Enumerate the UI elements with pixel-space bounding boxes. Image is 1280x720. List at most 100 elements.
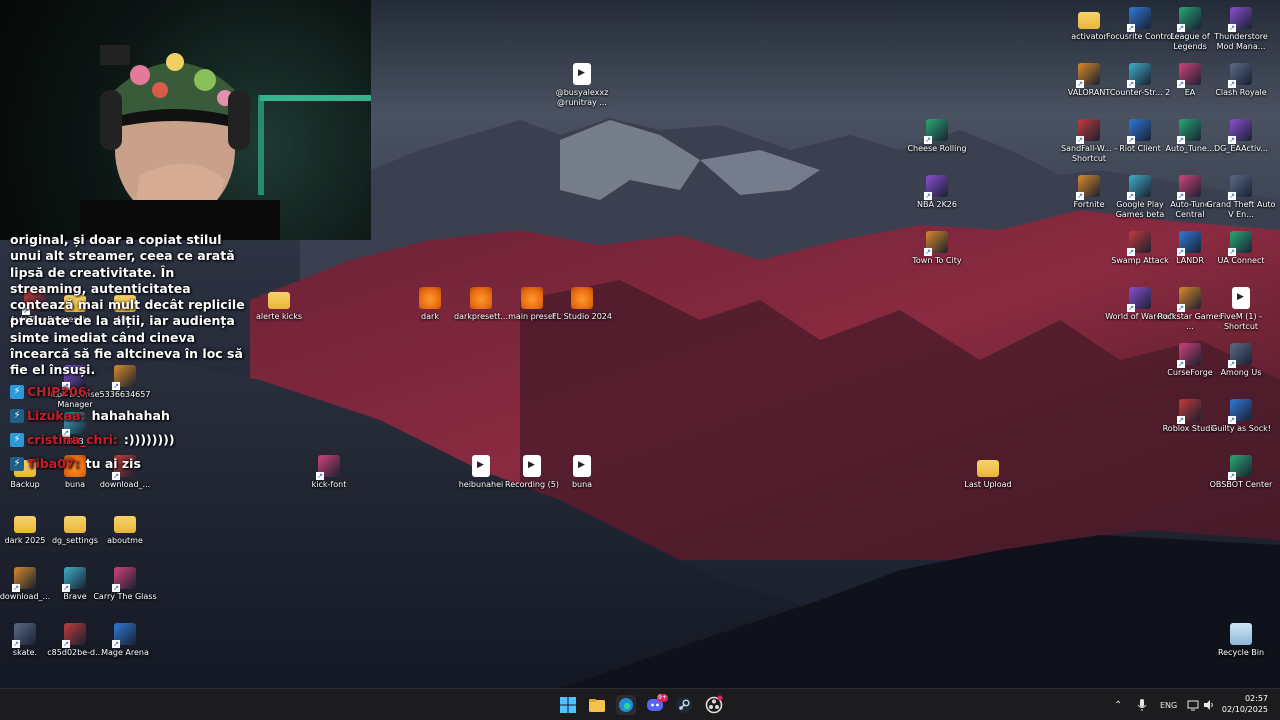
app-icon: [924, 231, 948, 256]
app-icon: [924, 119, 948, 144]
app-icon: [1228, 455, 1252, 480]
desktop-icon-fl-studio-2024[interactable]: FL Studio 2024: [547, 287, 617, 322]
file-explorer-icon[interactable]: [587, 695, 607, 715]
app-icon: [1228, 231, 1252, 256]
desktop-icon-grand-theft-auto-v-en[interactable]: Grand Theft Auto V En...: [1206, 175, 1276, 220]
chat-lines: ⚡ CHIP206: ⚡ Lizukaa: hahahahah ⚡ cristina_chr…: [10, 381, 250, 475]
app-icon: [1127, 7, 1151, 32]
desktop-icon-fivem-1-shortcut[interactable]: FiveM (1) - Shortcut: [1206, 287, 1276, 332]
fl-studio-icon: [521, 287, 543, 309]
desktop-icon-label: kick-font: [311, 480, 347, 489]
app-icon: [1228, 63, 1252, 88]
desktop-icon-label: buna: [571, 480, 593, 489]
folder-icon: [977, 460, 999, 477]
desktop-icon-alerte-kicks[interactable]: alerte kicks: [244, 287, 314, 322]
network-icon[interactable]: [1187, 689, 1199, 720]
microphone-icon[interactable]: [1137, 689, 1147, 720]
chat-message-text: original, și doar a copiat stilul unui a…: [10, 232, 245, 378]
webcam-person-image: [80, 45, 371, 240]
folder-icon: [268, 292, 290, 309]
app-icon: [1127, 231, 1151, 256]
desktop-icon-label: aboutme: [107, 536, 143, 545]
app-icon: [1177, 399, 1201, 424]
desktop-icon-label: FiveM (1) - Shortcut: [1219, 312, 1263, 331]
desktop-icon-buna[interactable]: buna: [547, 455, 617, 490]
chat-username: CHIP206:: [27, 384, 92, 400]
desktop-icon-label: Guilty as Sock!: [1211, 424, 1271, 433]
recycle-bin-icon: [1230, 623, 1252, 645]
desktop-icon-label: OBSBOT Center: [1209, 480, 1273, 489]
app-icon: [1228, 7, 1252, 32]
fl-studio-icon: [419, 287, 441, 309]
desktop-icon-obsbot-center[interactable]: OBSBOT Center: [1206, 455, 1276, 490]
taskbar: 9+ ⌃ ENG 02:57 02/10/2025: [0, 688, 1280, 720]
app-icon: [924, 175, 948, 200]
desktop-icon-label: Recycle Bin: [1217, 648, 1265, 657]
desktop-icon-aboutme[interactable]: aboutme: [90, 511, 160, 546]
volume-icon[interactable]: [1203, 689, 1215, 720]
app-icon: [62, 567, 86, 592]
app-icon: [112, 623, 136, 648]
desktop-icon-label: UA Connect: [1217, 256, 1265, 265]
app-icon: [112, 567, 136, 592]
desktop-icon-among-us[interactable]: Among Us: [1206, 343, 1276, 378]
desktop-icon-dg-eaactiv[interactable]: DG_EAActiv...: [1206, 119, 1276, 154]
app-icon: [62, 623, 86, 648]
fl-studio-icon: [470, 287, 492, 309]
desktop-icon-label: alerte kicks: [256, 312, 302, 321]
app-icon: [1177, 119, 1201, 144]
clock-time: 02:57: [1244, 694, 1268, 703]
desktop-icon-label: download_...: [99, 480, 151, 489]
chat-badge-icon: ⚡: [10, 456, 24, 471]
document-icon: [573, 63, 591, 85]
desktop-icon-clash-royale[interactable]: Clash Royale: [1206, 63, 1276, 98]
desktop-icon-cheese-rolling[interactable]: Cheese Rolling: [902, 119, 972, 154]
edge-icon[interactable]: [616, 695, 636, 715]
app-icon: [1076, 175, 1100, 200]
desktop-icon-nba-2k26[interactable]: NBA 2K26: [902, 175, 972, 210]
start-icon[interactable]: [558, 695, 578, 715]
app-icon: [1177, 7, 1201, 32]
desktop-icon-mage-arena[interactable]: Mage Arena: [90, 623, 160, 658]
stream-chat-overlay: original, și doar a copiat stilul unui a…: [10, 232, 250, 475]
discord-icon[interactable]: 9+: [645, 694, 668, 715]
desktop-icon-label: FL Studio 2024: [552, 312, 612, 321]
chat-line: ⚡ Tiba07: tu ai zis: [10, 453, 250, 475]
app-icon: [1127, 287, 1151, 312]
app-icon: [1228, 399, 1252, 424]
steam-icon[interactable]: [674, 695, 694, 715]
chat-badge-icon: ⚡: [10, 432, 24, 447]
desktop-icon-kick-font[interactable]: kick-font: [294, 455, 364, 490]
chat-username: Tiba07:: [27, 456, 80, 472]
desktop-icon-guilty-as-sock[interactable]: Guilty as Sock!: [1206, 399, 1276, 434]
document-icon: [523, 455, 541, 477]
app-icon: [1076, 119, 1100, 144]
app-icon: [1177, 175, 1201, 200]
app-icon: [1228, 119, 1252, 144]
desktop-icon-ua-connect[interactable]: UA Connect: [1206, 231, 1276, 266]
desktop-icon-label: Carry The Glass: [93, 592, 157, 601]
fl-studio-icon: [571, 287, 593, 309]
app-icon: [1127, 119, 1151, 144]
desktop-icon-thunderstore-mod-mana[interactable]: Thunderstore Mod Mana...: [1206, 7, 1276, 52]
desktop-icon-busyalexxz-runitray[interactable]: @busyalexxz @runitray ...: [547, 63, 617, 108]
discord-badge: 9+: [657, 694, 668, 702]
desktop-icon-carry-the-glass[interactable]: Carry The Glass: [90, 567, 160, 602]
desktop-icon-label: Grand Theft Auto V En...: [1206, 200, 1276, 219]
document-icon: [573, 455, 591, 477]
show-hidden-icons-chevron[interactable]: ⌃: [1114, 689, 1122, 720]
obs-icon[interactable]: [704, 695, 724, 715]
desktop-icon-town-to-city[interactable]: Town To City: [902, 231, 972, 266]
language-indicator[interactable]: ENG: [1160, 689, 1177, 720]
folder-icon: [14, 516, 36, 533]
app-icon: [1228, 175, 1252, 200]
app-icon: [12, 567, 36, 592]
desktop-icon-label: Town To City: [912, 256, 962, 265]
desktop-icon-label: Mage Arena: [101, 648, 149, 657]
folder-icon: [64, 516, 86, 533]
chat-text: :)))))))): [123, 432, 175, 448]
desktop-icon-recycle-bin[interactable]: Recycle Bin: [1206, 623, 1276, 658]
desktop-icon-last-upload[interactable]: Last Upload: [953, 455, 1023, 490]
chat-badge-icon: ⚡: [10, 408, 24, 423]
system-clock[interactable]: 02:57 02/10/2025: [1222, 693, 1268, 715]
